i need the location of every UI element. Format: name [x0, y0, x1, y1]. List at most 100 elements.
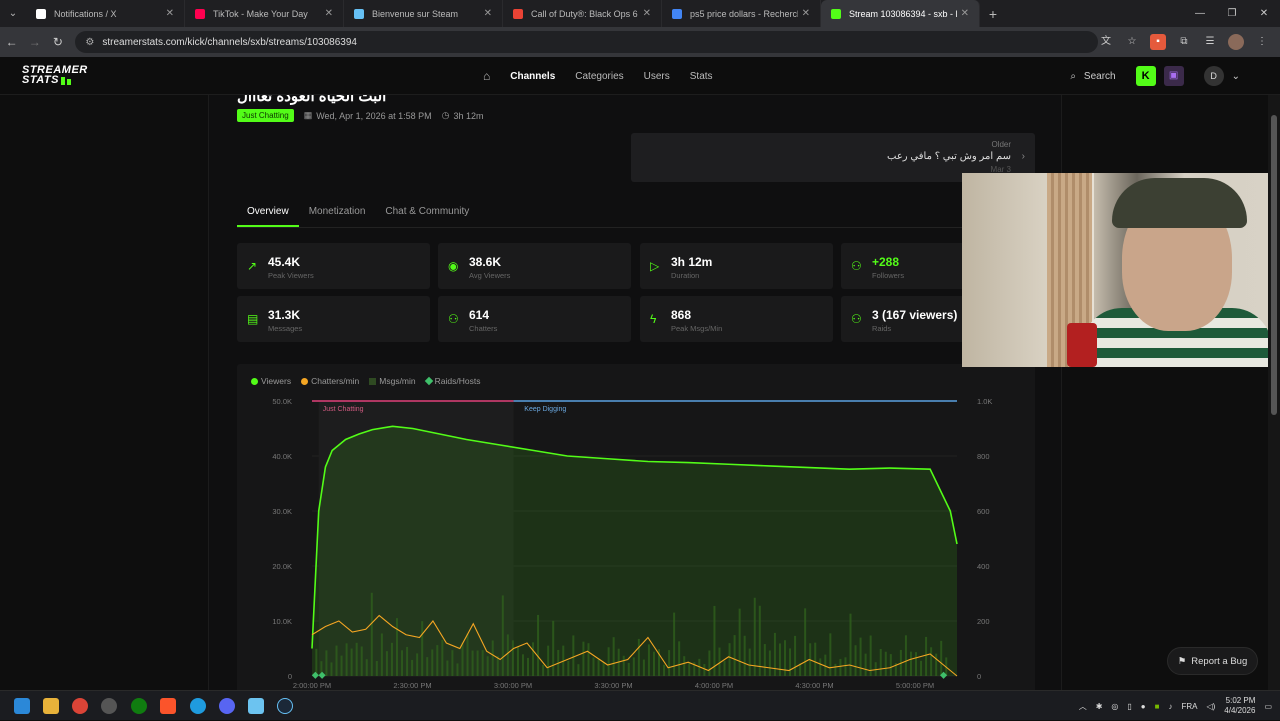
stat-label: Avg Viewers [469, 271, 511, 280]
tray-app-icon-3[interactable]: ● [1141, 702, 1146, 711]
close-window-icon[interactable]: ✕ [1248, 0, 1280, 27]
chart-svg[interactable]: Just Chatting Keep Digging 50.0K 40.0K 30.0K… [237, 364, 1035, 690]
forward-icon[interactable]: → [23, 35, 46, 49]
notepad-icon[interactable] [248, 698, 264, 714]
search-icon[interactable]: ⌕ [1070, 71, 1076, 82]
y-left-tick-label: 20.0K [272, 562, 292, 571]
nav-channels[interactable]: Channels [510, 71, 555, 82]
minimize-icon[interactable]: — [1184, 0, 1216, 27]
x-tick-label: 3:30:00 PM [594, 681, 632, 690]
tray-chevron-icon[interactable]: ︿ [1079, 701, 1087, 712]
users-icon: ⚇ [448, 312, 459, 326]
microphone-icon[interactable]: ♪ [1168, 702, 1172, 711]
close-tab-icon[interactable]: ✕ [166, 8, 174, 19]
language-indicator[interactable]: FRA [1181, 702, 1197, 711]
browser-tab[interactable]: Stream 103086394 - sxb - Kick | ✕ [821, 0, 980, 27]
discord-icon[interactable] [219, 698, 235, 714]
y-left-tick-label: 30.0K [272, 507, 292, 516]
tab-chat-community[interactable]: Chat & Community [375, 200, 479, 227]
tab-favicon-icon [672, 8, 682, 19]
home-icon[interactable]: ⌂ [483, 69, 490, 83]
bookmark-star-icon[interactable]: ☆ [1124, 34, 1140, 50]
page-scrollbar[interactable] [1268, 95, 1280, 690]
tab-search-icon[interactable]: ⌄ [0, 8, 26, 19]
clock-date: 4/4/2026 [1224, 706, 1256, 715]
tab-title: Notifications / X [54, 8, 117, 19]
close-tab-icon[interactable]: ✕ [802, 8, 810, 19]
chrome-icon[interactable] [72, 698, 88, 714]
stat-label: Chatters [469, 324, 498, 333]
x-tick-label: 5:00:00 PM [896, 681, 934, 690]
edge-icon[interactable] [190, 698, 206, 714]
extensions-puzzle-icon[interactable]: ⧉ [1176, 34, 1192, 50]
stat-value: 45.4K [268, 255, 301, 269]
tab-title: Call of Duty®: Black Ops 6 from [531, 8, 639, 19]
logo-line-2: STATS [22, 74, 59, 86]
notifications-icon[interactable]: ▭ [1264, 702, 1272, 711]
tab-overview[interactable]: Overview [237, 200, 299, 227]
browser-tab[interactable]: Notifications / X ✕ [26, 0, 185, 27]
reading-list-icon[interactable]: ☰ [1202, 34, 1218, 50]
tray-nvidia-icon[interactable]: ■ [1155, 702, 1160, 711]
clock[interactable]: 5:02 PM 4/4/2026 [1224, 696, 1255, 716]
steam-icon[interactable] [277, 698, 293, 714]
maximize-icon[interactable]: ❐ [1216, 0, 1248, 27]
tray-usb-icon[interactable]: ▯ [1127, 702, 1131, 711]
site-info-icon[interactable]: ⚙ [85, 37, 94, 48]
webcam-overlay [962, 173, 1280, 367]
reload-icon[interactable]: ↻ [46, 35, 69, 49]
translate-icon[interactable]: 文 [1098, 34, 1114, 50]
extension-icon[interactable]: ▪ [1150, 34, 1166, 50]
profile-avatar-icon[interactable] [1228, 34, 1244, 50]
browser-tab[interactable]: Call of Duty®: Black Ops 6 from ✕ [503, 0, 662, 27]
logo-bars-icon [60, 77, 65, 85]
tray-app-icon[interactable]: ✱ [1096, 702, 1103, 711]
nav-users[interactable]: Users [644, 71, 670, 82]
viewers-area [312, 426, 957, 676]
twitch-platform-icon[interactable]: ▣ [1163, 66, 1184, 86]
streamerstats-logo[interactable]: STREAMER STATS [22, 65, 88, 86]
stat-value: 31.3K [268, 308, 301, 322]
close-tab-icon[interactable]: ✕ [961, 8, 969, 19]
tab-monetization[interactable]: Monetization [299, 200, 376, 227]
browser-tab[interactable]: ps5 price dollars - Recherche G ✕ [662, 0, 821, 27]
browser-menu-icon[interactable]: ⋮ [1254, 34, 1270, 50]
kick-platform-icon[interactable]: K [1135, 66, 1156, 86]
search-button[interactable]: Search [1084, 71, 1116, 82]
avatar[interactable]: D [1203, 66, 1224, 86]
browser-tab[interactable]: Bienvenue sur Steam ✕ [344, 0, 503, 27]
windows-start-icon[interactable] [14, 698, 30, 714]
close-tab-icon[interactable]: ✕ [484, 8, 492, 19]
report-bug-button[interactable]: ⚑ Report a Bug [1167, 647, 1258, 675]
tray-app-icon-2[interactable]: ◎ [1111, 702, 1118, 711]
tab-title: ps5 price dollars - Recherche G [690, 8, 798, 19]
brave-icon[interactable] [160, 698, 176, 714]
tab-favicon-icon [831, 8, 841, 19]
category-badge[interactable]: Just Chatting [237, 109, 294, 122]
close-tab-icon[interactable]: ✕ [643, 8, 651, 19]
file-explorer-icon[interactable] [43, 698, 59, 714]
stat-card: ▤ 31.3K Messages [237, 296, 430, 342]
stream-tabs: Overview Monetization Chat & Community [237, 200, 1035, 228]
stat-label: Raids [872, 324, 892, 333]
nav-categories[interactable]: Categories [575, 71, 623, 82]
stat-label: Peak Msgs/Min [671, 324, 723, 333]
message-icon: ▤ [247, 312, 259, 326]
volume-icon[interactable]: ◁) [1206, 702, 1215, 711]
nav-stats[interactable]: Stats [690, 71, 713, 82]
back-icon[interactable]: ← [0, 35, 23, 49]
close-tab-icon[interactable]: ✕ [325, 8, 333, 19]
bolt-icon: ϟ [650, 312, 657, 326]
chart-annotation: Keep Digging [524, 406, 566, 413]
tab-favicon-icon [513, 8, 523, 19]
url-field[interactable]: ⚙ streamerstats.com/kick/channels/sxb/st… [75, 31, 1098, 53]
new-tab-button[interactable]: + [980, 6, 1006, 22]
chevron-down-icon[interactable]: ⌄ [1232, 71, 1240, 82]
stream-date: Wed, Apr 1, 2026 at 1:58 PM [316, 110, 432, 121]
x-tick-label: 4:00:00 PM [695, 681, 733, 690]
settings-icon[interactable] [101, 698, 117, 714]
xbox-icon[interactable] [131, 698, 147, 714]
older-stream-title: سم امر وش تبي ؟ مافي رعب [887, 151, 1011, 162]
x-tick-label: 2:00:00 PM [293, 681, 331, 690]
browser-tab[interactable]: TikTok - Make Your Day ✕ [185, 0, 344, 27]
